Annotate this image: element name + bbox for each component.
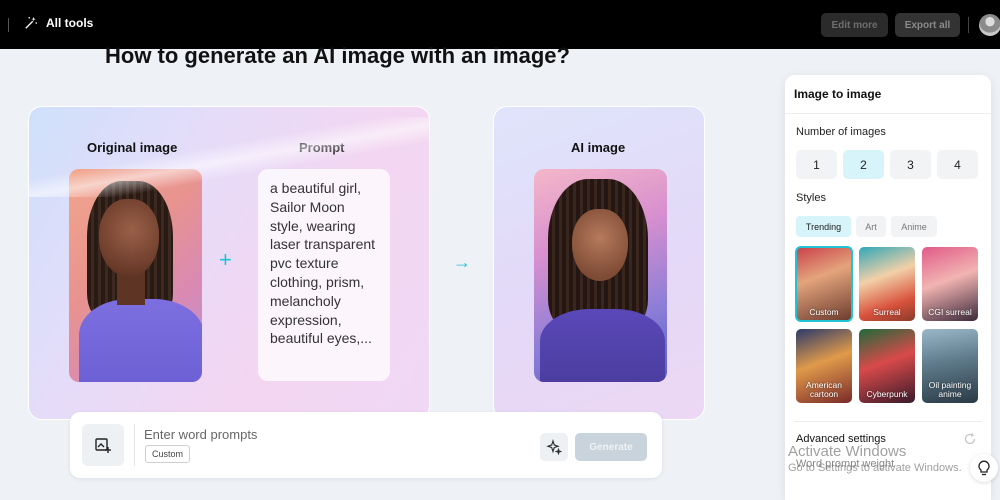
all-tools-label: All tools: [46, 16, 94, 30]
tab-trending[interactable]: Trending: [796, 216, 851, 237]
plus-icon: +: [219, 247, 232, 272]
export-all-button[interactable]: Export all: [895, 13, 960, 37]
activate-windows-subtitle: Go to Settings to activate Windows.: [788, 462, 962, 474]
image-to-image-panel: Image to image Number of images 1 2 3 4 …: [785, 75, 991, 500]
prompt-title: Prompt: [299, 140, 345, 155]
style-tile-cgi-surreal[interactable]: CGI surreal: [922, 247, 978, 321]
panel-title: Image to image: [794, 87, 882, 101]
style-tile-label: CGI surreal: [928, 307, 972, 317]
ai-image: [534, 169, 667, 382]
style-tile-label: Surreal: [873, 307, 901, 317]
style-tile-label: Cyberpunk: [866, 389, 908, 399]
divider: [785, 113, 991, 114]
original-image: [69, 169, 202, 382]
edit-more-button[interactable]: Edit more: [821, 13, 888, 37]
number-option-3[interactable]: 3: [890, 150, 931, 179]
tab-art[interactable]: Art: [856, 216, 886, 237]
ai-image-title: AI image: [571, 140, 626, 155]
arrow-right-icon: →: [453, 252, 471, 272]
number-option-1[interactable]: 1: [796, 150, 837, 179]
style-tile-custom[interactable]: Custom: [795, 246, 853, 322]
style-tile-american-cartoon[interactable]: American cartoon: [796, 329, 852, 403]
number-option-2[interactable]: 2: [843, 150, 884, 179]
all-tools-button[interactable]: All tools: [24, 16, 93, 30]
lightbulb-icon: [978, 460, 990, 476]
divider: [8, 18, 9, 32]
page-title: How to generate an AI image with an imag…: [105, 43, 570, 68]
divider: [968, 17, 969, 33]
add-image-icon: [95, 438, 111, 453]
divider: [134, 424, 135, 466]
activate-windows-title: Activate Windows: [788, 443, 907, 460]
style-tile-surreal[interactable]: Surreal: [859, 247, 915, 321]
avatar[interactable]: [979, 14, 1000, 36]
example-output-card: AI image: [493, 106, 705, 420]
original-image-title: Original image: [87, 140, 178, 155]
style-tile-label: Custom: [809, 307, 839, 317]
top-bar: All tools Edit more Export all: [0, 0, 1000, 49]
magic-enhance-button[interactable]: [540, 433, 568, 461]
prompt-input[interactable]: [144, 424, 444, 444]
style-tile-label: American cartoon: [806, 380, 842, 399]
custom-chip[interactable]: Custom: [145, 445, 191, 463]
upload-image-button[interactable]: [82, 424, 124, 466]
reset-icon[interactable]: [963, 432, 977, 446]
number-option-4[interactable]: 4: [937, 150, 978, 179]
style-tile-label: Oil painting anime: [928, 380, 972, 399]
generate-button[interactable]: Generate: [575, 433, 647, 461]
number-of-images-label: Number of images: [796, 126, 886, 138]
divider: [794, 421, 982, 422]
magic-wand-icon: [25, 16, 38, 29]
example-prompt-text: a beautiful girl, Sailor Moon style, wea…: [258, 169, 390, 381]
style-tile-oil-painting-anime[interactable]: Oil painting anime: [922, 329, 978, 403]
sparkle-icon: [546, 439, 562, 455]
style-tile-cyberpunk[interactable]: Cyberpunk: [859, 329, 915, 403]
tab-anime[interactable]: Anime: [891, 216, 937, 237]
styles-label: Styles: [796, 192, 826, 204]
prompt-input-bar: Custom Generate: [70, 412, 662, 478]
tips-button[interactable]: [970, 454, 998, 482]
example-input-card: Original image Prompt + a beautiful girl…: [28, 106, 430, 420]
